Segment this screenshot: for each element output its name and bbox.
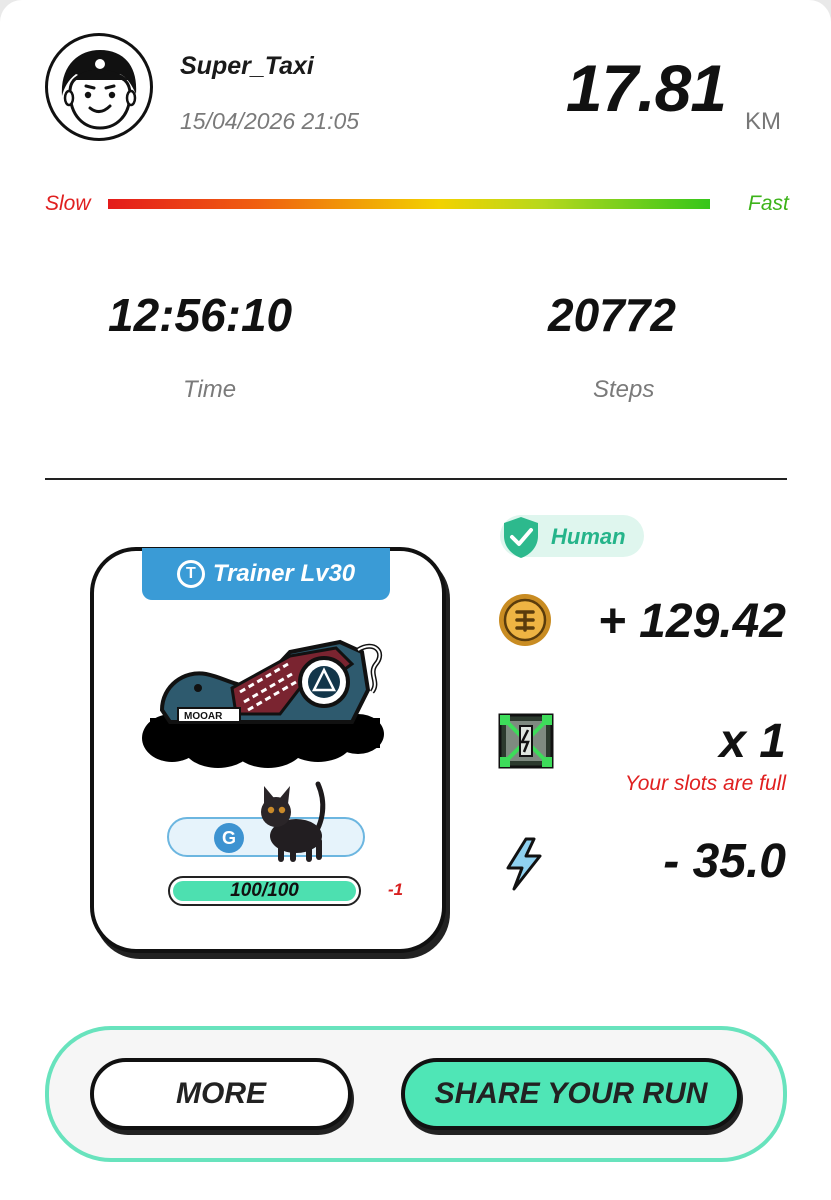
sneaker-image: MOOAR [142, 639, 384, 768]
coin-reward-value: + 129.42 [597, 595, 786, 648]
shield-check-icon [504, 517, 538, 558]
sneaker-brand-text: MOOAR [184, 711, 223, 722]
speed-gradient-bar [108, 199, 710, 209]
username: Super_Taxi [180, 52, 314, 80]
human-label: Human [551, 524, 626, 549]
share-run-button[interactable]: SHARE YOUR RUN [401, 1058, 741, 1130]
steps-label: Steps [593, 376, 655, 403]
gem-g-icon: G [214, 823, 244, 853]
run-datetime: 15/04/2026 21:05 [180, 108, 360, 134]
durability-text: 100/100 [230, 880, 299, 901]
energy-change-value: - 35.0 [663, 835, 786, 888]
time-value: 12:56:10 [108, 289, 293, 341]
trainer-t-icon: T [176, 560, 205, 588]
section-divider [45, 478, 787, 480]
lightning-bolt-icon [506, 837, 542, 891]
gmt-coin-icon [499, 594, 551, 646]
level-label: Trainer Lv30 [212, 560, 356, 587]
speed-fast-label: Fast [748, 192, 789, 215]
more-button[interactable]: MORE [90, 1058, 352, 1130]
speed-slow-label: Slow [45, 192, 91, 215]
avatar[interactable] [45, 33, 153, 141]
time-label: Time [183, 376, 237, 403]
durability-bar: 100/100 [168, 876, 361, 906]
box-reward-count: x 1 [719, 715, 786, 768]
slots-full-warning: Your slots are full [624, 772, 786, 795]
durability-change: -1 [388, 880, 404, 899]
distance-value: 17.81 [565, 51, 727, 125]
mystery-box-icon[interactable] [497, 712, 555, 770]
avatar-face-icon [61, 50, 137, 130]
cat-pet-icon [261, 781, 326, 862]
steps-value: 20772 [548, 289, 676, 341]
distance-unit: KM [745, 108, 781, 135]
level-banner: T Trainer Lv30 [142, 548, 390, 600]
